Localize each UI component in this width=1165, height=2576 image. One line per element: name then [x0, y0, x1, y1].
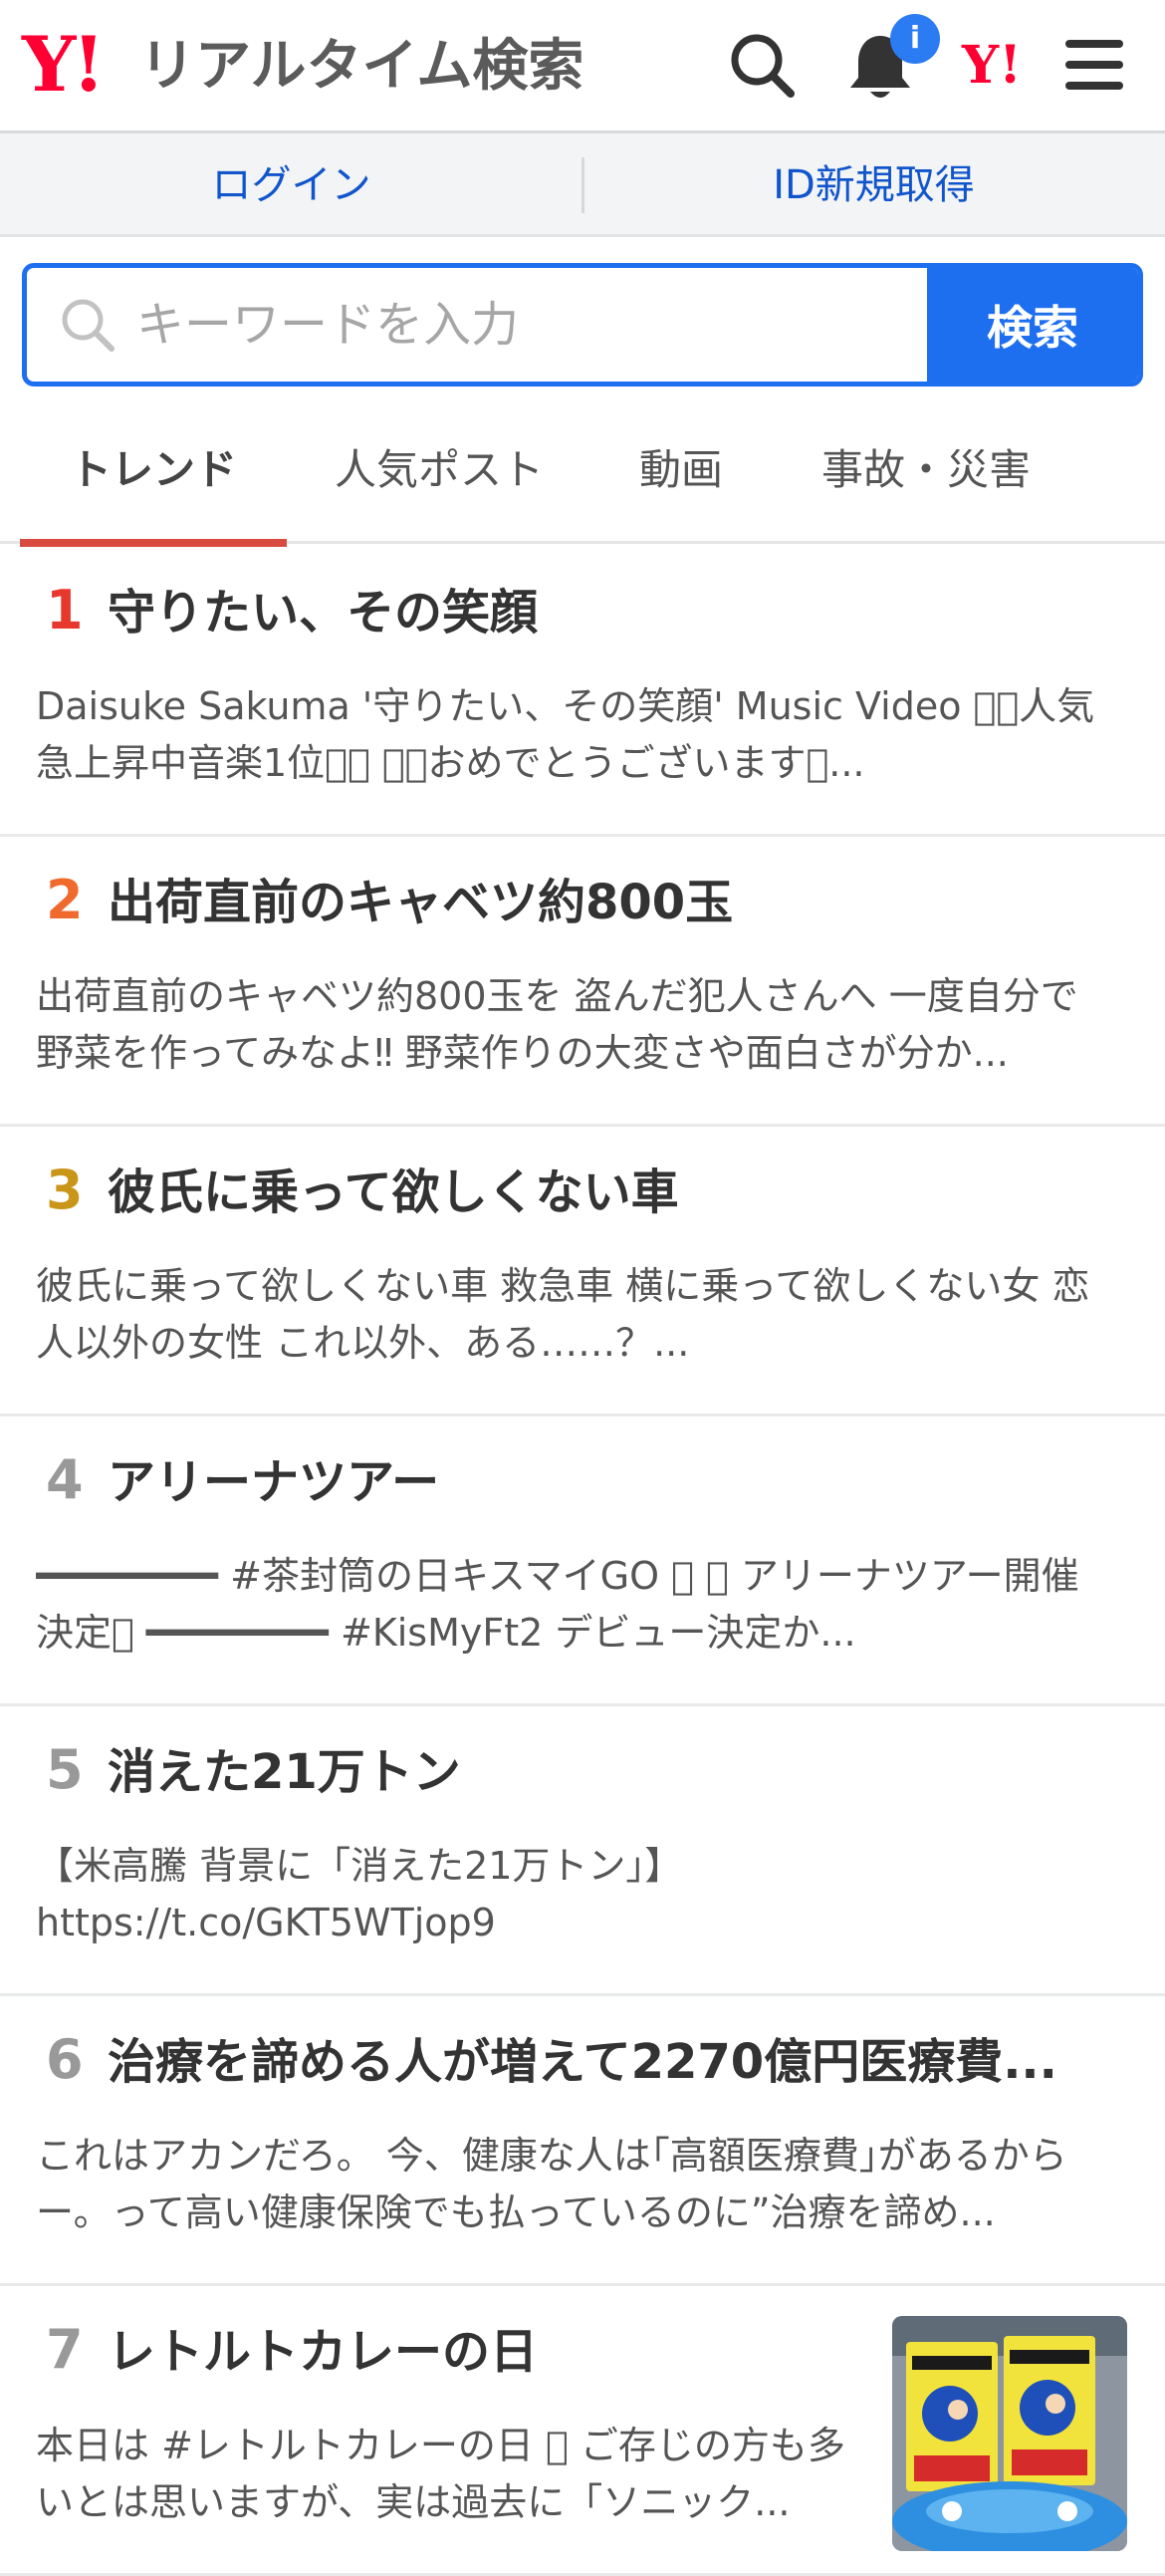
search-box: 検索: [22, 263, 1143, 386]
trend-item[interactable]: 5 消えた21万トン 【米高騰 背景に「消えた21万トン」】 https://t…: [0, 1706, 1165, 1996]
search-button[interactable]: 検索: [927, 268, 1138, 382]
trend-item[interactable]: 6 治療を諦める人が増えて2270億円医療費... これはアカンだろ。 今、健康…: [0, 1996, 1165, 2286]
trend-description: これはアカンだろ。 今、健康な人は｢高額医療費｣があるからー。って高い健康保険で…: [36, 2134, 1067, 2234]
trend-item[interactable]: 7 レトルトカレーの日 本日は #レトルトカレーの日 􀀀 ご存じの方も多いとは思…: [0, 2286, 1165, 2576]
trend-rank: 3: [46, 1159, 84, 1221]
trend-rank: 7: [46, 2318, 84, 2381]
trend-list: 1 守りたい、その笑顔 Daisuke Sakuma '守りたい、その笑顔' M…: [0, 547, 1165, 2576]
trend-description: 【米高騰 背景に「消えた21万トン」】 https://t.co/GKT5WTj…: [36, 1844, 683, 1944]
trend-rank: 5: [46, 1738, 84, 1801]
trend-title[interactable]: 消えた21万トン: [108, 1740, 1103, 1804]
trend-title[interactable]: 治療を諦める人が増えて2270億円医療費...: [108, 2030, 1103, 2094]
trend-description: 彼氏に乗って欲しくない車 救急車 横に乗って欲しくない女 恋人以外の女性 これ以…: [36, 1264, 1090, 1365]
trend-title[interactable]: アリーナツアー: [108, 1450, 1103, 1514]
trend-item[interactable]: 3 彼氏に乗って欲しくない車 彼氏に乗って欲しくない車 救急車 横に乗って欲しく…: [0, 1127, 1165, 1417]
search-icon[interactable]: [725, 28, 801, 104]
tab-video[interactable]: 動画: [597, 408, 765, 544]
trend-description: 出荷直前のキャベツ約800玉を 盗んだ犯人さんへ 一度自分で野菜を作ってみなよ‼…: [36, 974, 1078, 1075]
trend-rank: 4: [46, 1448, 84, 1511]
search-field-icon: [62, 299, 115, 352]
login-link[interactable]: ログイン: [0, 133, 582, 237]
trend-title[interactable]: 彼氏に乗って欲しくない車: [108, 1160, 1103, 1224]
trend-thumbnail-image[interactable]: [892, 2316, 1127, 2551]
trend-rank: 1: [46, 579, 84, 642]
trend-description: Daisuke Sakuma '守りたい、その笑顔' Music Video 􀀀…: [36, 684, 1095, 785]
menu-icon[interactable]: [1059, 28, 1135, 104]
trend-title[interactable]: 出荷直前のキャベツ約800玉: [108, 871, 1103, 934]
page-title[interactable]: リアルタイム検索: [139, 34, 583, 100]
yahoo-small-logo[interactable]: Y!: [962, 36, 1022, 96]
app-header: Y! リアルタイム検索 i Y!: [0, 0, 1165, 133]
tab-accidents-disasters[interactable]: 事故・災害: [797, 408, 1055, 544]
yahoo-logo[interactable]: Y!: [22, 27, 106, 103]
trend-title[interactable]: レトルトカレーの日: [108, 2320, 864, 2384]
trend-rank: 6: [46, 2028, 84, 2091]
trend-description: 本日は #レトルトカレーの日 􀀀 ご存じの方も多いとは思いますが、実は過去に「ソ…: [36, 2424, 845, 2524]
trend-rank: 2: [46, 869, 84, 931]
trend-description: ━━━━━━━━ #茶封筒の日キスマイGO 􀀀 􀀀 アリーナツアー開催決定􀀀 ━…: [36, 1554, 1079, 1655]
trend-item[interactable]: 2 出荷直前のキャベツ約800玉 出荷直前のキャベツ約800玉を 盗んだ犯人さん…: [0, 837, 1165, 1127]
trend-title[interactable]: 守りたい、その笑顔: [108, 581, 1103, 644]
register-link[interactable]: ID新規取得: [582, 133, 1165, 237]
auth-bar: ログイン ID新規取得: [0, 133, 1165, 237]
tab-trend[interactable]: トレンド: [20, 408, 287, 547]
tab-popular-posts[interactable]: 人気ポスト: [315, 408, 564, 544]
search-input[interactable]: [136, 268, 933, 382]
tab-bar: トレンド 人気ポスト 動画 事故・災害: [0, 408, 1165, 547]
trend-item[interactable]: 1 守りたい、その笑顔 Daisuke Sakuma '守りたい、その笑顔' M…: [0, 547, 1165, 837]
notification-badge[interactable]: i: [890, 14, 940, 64]
trend-item[interactable]: 4 アリーナツアー ━━━━━━━━ #茶封筒の日キスマイGO 􀀀 􀀀 アリーナ…: [0, 1417, 1165, 1706]
